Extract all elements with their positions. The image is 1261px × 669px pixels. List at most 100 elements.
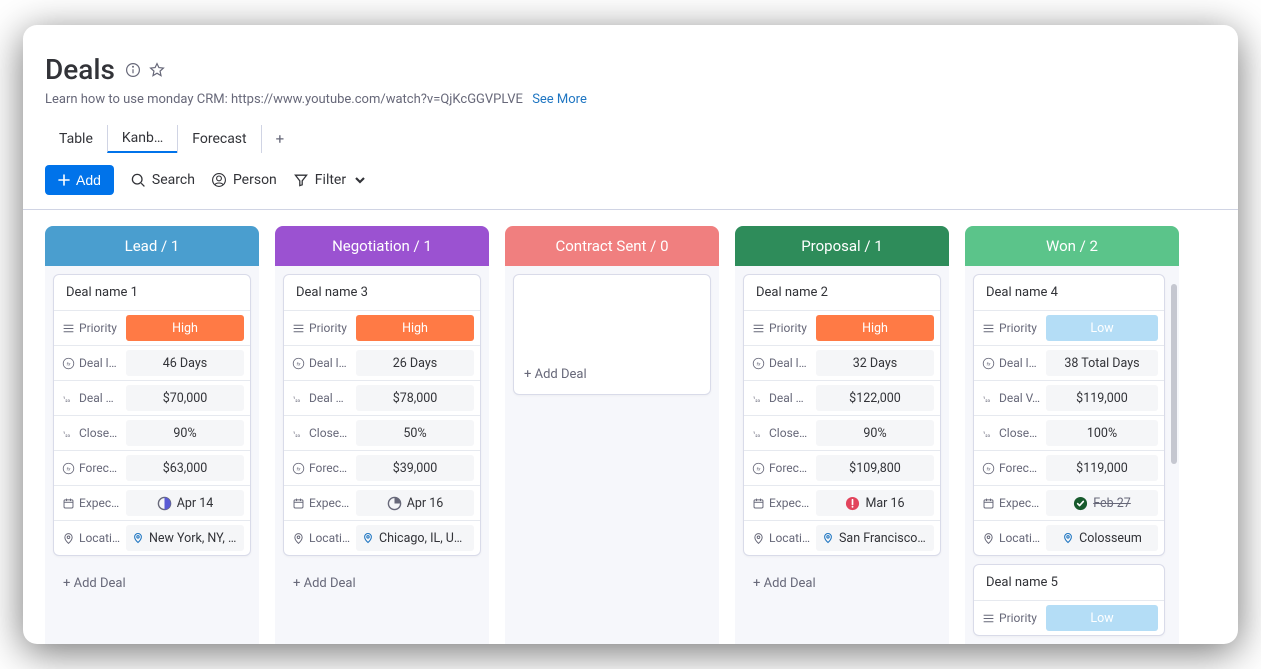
add-deal-button[interactable]: + Add Deal	[53, 564, 251, 603]
field-value[interactable]: 100%	[1046, 420, 1158, 446]
field-value[interactable]: Mar 16	[816, 490, 934, 516]
deal-card[interactable]: Deal name 1PriorityHigh fxDeal len…46 Day…	[53, 274, 251, 556]
star-icon[interactable]	[149, 62, 165, 78]
filter-button[interactable]: Filter	[293, 172, 368, 188]
field-value[interactable]: High	[126, 315, 244, 341]
field-value[interactable]: High	[816, 315, 934, 341]
field-value[interactable]: 90%	[816, 420, 934, 446]
svg-text:fx: fx	[297, 360, 302, 367]
field-value[interactable]: 50%	[356, 420, 474, 446]
field-row: Expect…Feb 27	[974, 485, 1164, 520]
field-value[interactable]: Colosseum	[1046, 525, 1158, 551]
field-label: Priority	[744, 311, 816, 345]
field-value[interactable]: $70,000	[126, 385, 244, 411]
add-deal-button[interactable]: + Add Deal	[743, 564, 941, 603]
svg-text:fx: fx	[987, 360, 992, 367]
field-label: Priority	[54, 311, 126, 345]
field-row: PriorityLow	[974, 600, 1164, 635]
subtitle: Learn how to use monday CRM: https://www…	[45, 92, 1216, 107]
person-button[interactable]: Person	[211, 172, 277, 188]
deal-card[interactable]: Deal name 3PriorityHighfxDeal len…26 Day…	[283, 274, 481, 556]
svg-text:¹₂₃: ¹₂₃	[983, 394, 991, 402]
field-value[interactable]: Chicago, IL, USA	[356, 525, 474, 551]
field-row: fxForecas…$63,000	[54, 450, 250, 485]
chevron-down-icon	[352, 172, 368, 188]
column-header[interactable]: Won / 2	[965, 226, 1179, 266]
tab-add[interactable]: +	[261, 125, 299, 153]
field-row: Expecte…Apr 16	[284, 485, 480, 520]
field-value[interactable]: San Francisco, C…	[816, 525, 934, 551]
kanban-column: Negotiation / 1Deal name 3PriorityHighfx…	[275, 226, 489, 644]
field-label: ¹₂₃Close P…	[744, 416, 816, 450]
tab-table[interactable]: Table	[45, 125, 107, 153]
field-value[interactable]: Low	[1046, 605, 1158, 631]
field-label: fxForecas…	[54, 451, 126, 485]
person-icon	[211, 172, 227, 188]
tabs: Table Kanb… Forecast +	[45, 125, 1216, 153]
kanban-column: Won / 2Deal name 4PriorityLowfxDeal le…3…	[965, 226, 1179, 644]
filter-icon	[293, 172, 309, 188]
field-value[interactable]: 26 Days	[356, 350, 474, 376]
see-more-link[interactable]: See More	[532, 92, 587, 107]
field-label: Priority	[974, 311, 1046, 345]
deal-card[interactable]: Deal name 5PriorityLow	[973, 564, 1165, 636]
field-label: fxDeal len…	[744, 346, 816, 380]
svg-text:fx: fx	[67, 465, 72, 472]
plus-icon	[58, 174, 70, 186]
field-row: PriorityHigh	[284, 310, 480, 345]
field-label: ¹₂₃Deal Va…	[284, 381, 356, 415]
search-button[interactable]: Search	[130, 172, 195, 188]
field-label: ¹₂₃Close …	[974, 416, 1046, 450]
svg-text:fx: fx	[297, 465, 302, 472]
add-deal-button[interactable]: + Add Deal	[283, 564, 481, 603]
svg-text:¹₂₃: ¹₂₃	[293, 394, 301, 402]
field-label: Location	[744, 521, 816, 555]
column-header[interactable]: Negotiation / 1	[275, 226, 489, 266]
field-value[interactable]: $119,000	[1046, 385, 1158, 411]
field-value[interactable]: 46 Days	[126, 350, 244, 376]
field-value[interactable]: 38 Total Days	[1046, 350, 1158, 376]
deal-card[interactable]: Deal name 2PriorityHighfxDeal len…32 Day…	[743, 274, 941, 556]
tab-forecast[interactable]: Forecast	[177, 125, 260, 153]
field-value[interactable]: Apr 14	[126, 490, 244, 516]
card-title: Deal name 2	[744, 275, 940, 310]
column-header[interactable]: Contract Sent / 0	[505, 226, 719, 266]
column-header[interactable]: Proposal / 1	[735, 226, 949, 266]
field-value[interactable]: $119,000	[1046, 455, 1158, 481]
info-icon[interactable]	[125, 62, 141, 78]
deal-card[interactable]: Deal name 4PriorityLowfxDeal le…38 Total…	[973, 274, 1165, 556]
field-value[interactable]: $109,800	[816, 455, 934, 481]
field-value[interactable]: $122,000	[816, 385, 934, 411]
field-value[interactable]: Feb 27	[1046, 490, 1158, 516]
field-value[interactable]: New York, NY, USA	[126, 525, 244, 551]
field-value[interactable]: 32 Days	[816, 350, 934, 376]
column-header[interactable]: Lead / 1	[45, 226, 259, 266]
svg-text:¹₂₃: ¹₂₃	[63, 429, 71, 437]
search-icon	[130, 172, 146, 188]
field-row: fxForecas…$109,800	[744, 450, 940, 485]
add-deal-button[interactable]: + Add Deal	[514, 355, 710, 394]
field-value[interactable]: High	[356, 315, 474, 341]
tab-kanban[interactable]: Kanb…	[107, 125, 177, 153]
field-row: fxDeal len…26 Days	[284, 345, 480, 380]
svg-text:¹₂₃: ¹₂₃	[293, 429, 301, 437]
field-label: fxDeal le…	[974, 346, 1046, 380]
empty-card: + Add Deal	[513, 274, 711, 395]
field-label: ¹₂₃Close P…	[284, 416, 356, 450]
svg-text:¹₂₃: ¹₂₃	[983, 429, 991, 437]
field-value[interactable]: $63,000	[126, 455, 244, 481]
field-value[interactable]: $78,000	[356, 385, 474, 411]
add-button[interactable]: Add	[45, 165, 114, 195]
svg-text:¹₂₃: ¹₂₃	[753, 394, 761, 402]
card-title: Deal name 1	[54, 275, 250, 310]
field-value[interactable]: Low	[1046, 315, 1158, 341]
field-row: fxDeal le…38 Total Days	[974, 345, 1164, 380]
field-value[interactable]: Apr 16	[356, 490, 474, 516]
field-value[interactable]: 90%	[126, 420, 244, 446]
scrollbar[interactable]	[1171, 276, 1177, 634]
field-label: ¹₂₃Close P…	[54, 416, 126, 450]
field-row: LocationColosseum	[974, 520, 1164, 555]
card-title: Deal name 4	[974, 275, 1164, 310]
field-value[interactable]: $39,000	[356, 455, 474, 481]
field-row: fxDeal len…46 Days	[54, 345, 250, 380]
